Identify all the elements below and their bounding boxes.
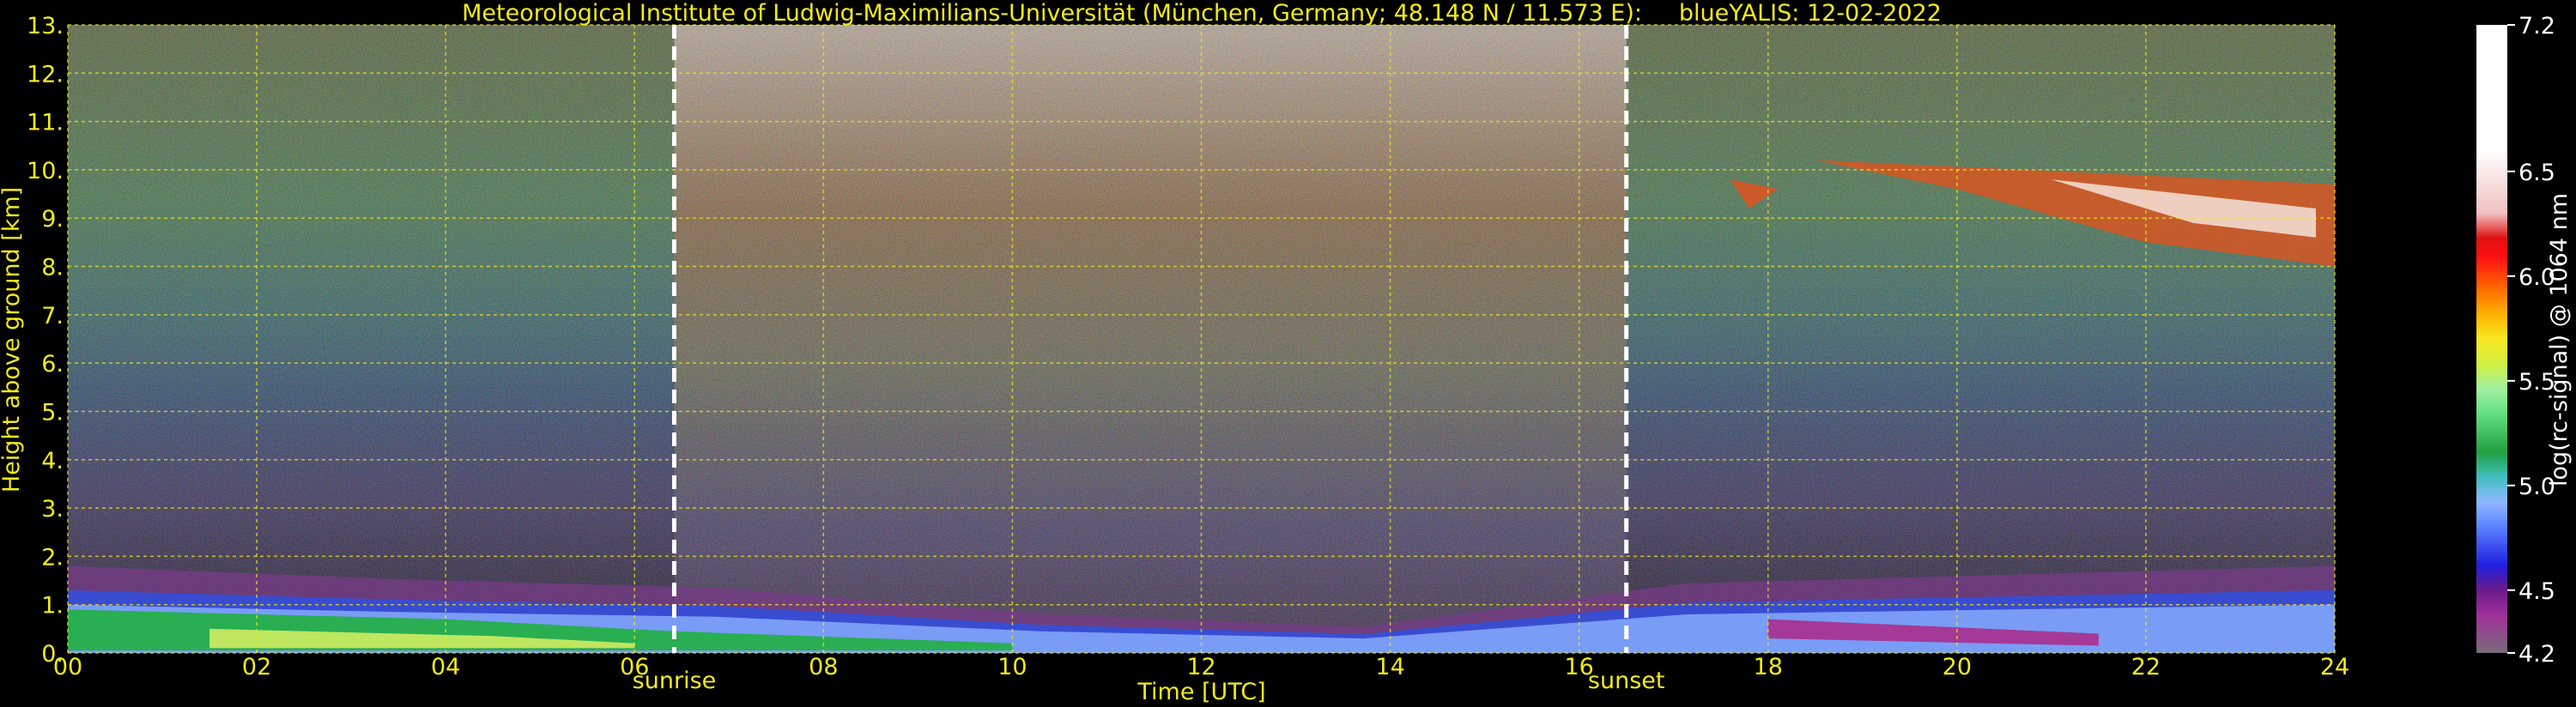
colorbar-label: log(rc-signal) @ 1064 nm [2546, 193, 2573, 486]
plot-area [68, 25, 2335, 653]
lidar-chart: sunrise sunset 0.1.2.3.4.5.6.7.8.9.10.11.… [0, 0, 2573, 705]
y-tick-label: 8. [41, 255, 64, 281]
y-tick-label: 3. [41, 496, 64, 523]
chart-title: Meteorological Institute of Ludwig-Maxim… [462, 0, 1942, 27]
x-tick-label: 08 [809, 654, 838, 680]
y-tick-label: 4. [41, 448, 64, 474]
y-axis-label: Height above ground [km] [0, 187, 25, 492]
colorbar-tick-label: 4.2 [2518, 641, 2555, 668]
x-tick-label: 24 [2320, 654, 2349, 680]
x-tick-label: 10 [997, 654, 1027, 680]
colorbar-gradient [2476, 25, 2507, 653]
x-tick-label: 02 [242, 654, 271, 680]
x-tick-labels: 00 02 04 06 08 10 12 14 16 18 20 22 24 [53, 654, 2349, 680]
colorbar-tick-label: 6.5 [2518, 160, 2555, 186]
y-tick-label: 12. [27, 61, 64, 88]
y-tick-label: 2. [41, 544, 64, 571]
y-tick-label: 11. [27, 110, 64, 136]
x-tick-label: 20 [1943, 654, 1972, 680]
x-tick-label: 12 [1186, 654, 1215, 680]
y-tick-labels: 0.1.2.3.4.5.6.7.8.9.10.11.12.13. [27, 13, 64, 668]
y-tick-label: 6. [41, 351, 64, 378]
x-tick-label: 16 [1564, 654, 1593, 680]
y-tick-label: 7. [41, 303, 64, 329]
y-tick-label: 9. [41, 206, 64, 233]
x-axis-label: Time [UTC] [1136, 679, 1265, 705]
y-tick-label: 13. [27, 13, 64, 39]
colorbar-tick-label: 7.2 [2518, 13, 2555, 39]
signal-noise [68, 25, 2335, 653]
x-tick-label: 06 [620, 654, 649, 680]
x-tick-label: 00 [53, 654, 82, 680]
x-tick-label: 18 [1754, 654, 1783, 680]
colorbar-tick-label: 4.5 [2518, 578, 2555, 605]
y-tick-label: 10. [27, 158, 64, 184]
colorbar [2476, 25, 2507, 653]
x-tick-label: 04 [431, 654, 460, 680]
x-tick-label: 14 [1375, 654, 1404, 680]
x-tick-label: 22 [2131, 654, 2161, 680]
marker-label-sunset: sunset [1588, 668, 1665, 694]
y-tick-label: 5. [41, 399, 64, 426]
y-tick-label: 1. [41, 593, 64, 619]
